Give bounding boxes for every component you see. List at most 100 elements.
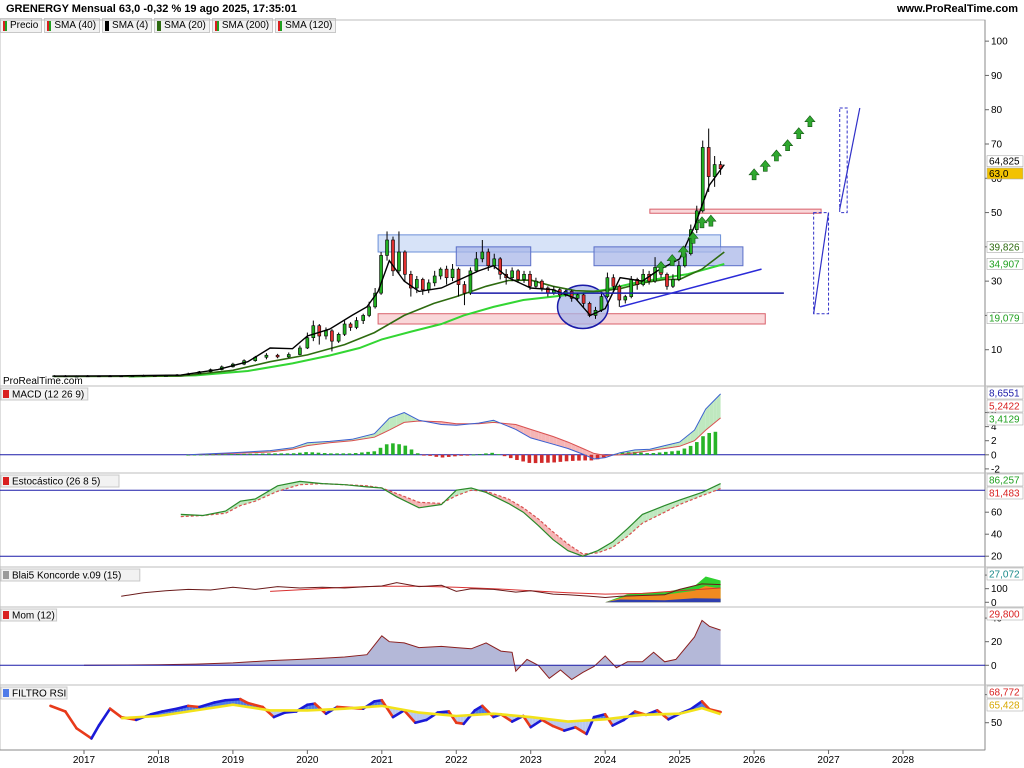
chart-canvas[interactable]: 10090807060504030201064,82563,039,82634,… <box>0 0 1024 768</box>
macd-histogram-bar <box>397 444 401 455</box>
annotation-zone <box>593 246 744 267</box>
macd-histogram-bar <box>521 454 525 462</box>
price-badge-label: 64,825 <box>989 157 1020 168</box>
macd-histogram-bar <box>360 452 364 455</box>
macd-histogram-bar <box>502 454 507 457</box>
macd-line <box>188 393 721 460</box>
y-tick-label: 100 <box>991 584 1008 595</box>
candle-body <box>298 347 302 355</box>
macd-histogram-bar <box>329 453 333 455</box>
candle-body <box>665 273 669 287</box>
macd-histogram-bar <box>391 443 395 455</box>
candle-body <box>444 268 449 279</box>
candle-body <box>432 275 437 284</box>
candle-body <box>510 270 514 279</box>
candle-body <box>599 296 604 311</box>
projection-box <box>839 107 848 214</box>
y-tick-label: 40 <box>991 530 1003 541</box>
macd-histogram-bar <box>533 454 538 464</box>
candle-body <box>361 315 366 321</box>
macd-histogram-bar <box>496 454 501 456</box>
macd-histogram-bar <box>434 454 439 457</box>
stochastic-panel: 60 40 20 Estocástico (26 8 5) 86,257 81,483 <box>0 472 1024 563</box>
value-badge-label: 68,772 <box>989 688 1020 699</box>
y-tick-label: 50 <box>991 208 1003 219</box>
y-tick-label: 80 <box>991 105 1003 116</box>
up-arrow-icon <box>748 168 760 181</box>
macd-histogram-bar <box>366 451 370 455</box>
value-badge-label: 86,257 <box>989 476 1020 487</box>
rsi-line-segment <box>108 707 123 719</box>
projection-line <box>839 107 861 210</box>
value-badge-label: 27,072 <box>989 570 1020 581</box>
y-tick-label: 0 <box>991 661 997 672</box>
candle-body <box>420 279 425 291</box>
candle-body <box>712 164 717 177</box>
price-badge-label: 63,0 <box>989 169 1009 180</box>
macd-histogram-bar <box>477 453 482 455</box>
macd-histogram-bar <box>409 449 414 455</box>
koncorde-panel: 2001000Blai5 Koncorde v.09 (15)27,072 <box>0 566 1024 609</box>
rsi-swatch-icon <box>3 689 9 697</box>
rsi-line-segment <box>224 697 242 702</box>
candle-body <box>522 273 526 280</box>
plot-frame <box>0 19 986 751</box>
candle-body <box>534 280 538 287</box>
macd-histogram-bar <box>471 454 476 456</box>
koncorde-swatch-icon <box>3 571 9 579</box>
macd-cloud <box>713 397 717 425</box>
x-tick-label: 2025 <box>669 755 692 766</box>
y-tick-label: 0 <box>991 450 997 461</box>
watermark: ProRealTime.com <box>3 376 83 387</box>
macd-histogram-bar <box>347 453 352 455</box>
candle-body <box>317 325 322 337</box>
candle-body <box>367 306 371 316</box>
candle-body <box>629 279 634 297</box>
macd-histogram-bar <box>577 454 581 461</box>
projection-line <box>813 212 830 314</box>
candle-body <box>385 239 389 256</box>
value-badge-label: 29,800 <box>989 610 1020 621</box>
rsi-line-segment <box>97 707 112 727</box>
y-tick-label: 20 <box>991 552 1003 563</box>
macd-histogram-bar <box>490 452 494 455</box>
macd-histogram-bar <box>384 444 389 455</box>
macd-histogram-bar <box>428 454 432 456</box>
panel-title-swatch-icon <box>3 477 9 485</box>
macd-histogram-bar <box>415 453 420 455</box>
macd-histogram-bar <box>713 431 718 455</box>
up-arrow-icon <box>804 115 816 128</box>
macd-histogram-bar <box>267 453 271 455</box>
macd-histogram-bar <box>564 454 569 462</box>
candle-body <box>426 282 431 291</box>
macd-cloud <box>716 393 721 421</box>
candle-body <box>492 258 497 267</box>
value-badge-label: 3,4129 <box>989 415 1020 426</box>
value-badge-label: 5,2422 <box>989 402 1020 413</box>
x-tick-label: 2024 <box>594 755 617 766</box>
panel-title: Mom (12) <box>12 611 55 622</box>
panel-title: FILTRO RSI <box>12 689 66 700</box>
candle-body <box>415 279 419 289</box>
y-tick-label: 70 <box>991 140 1003 151</box>
candle-body <box>354 320 359 328</box>
macd-histogram-bar <box>558 454 563 462</box>
candle-body <box>324 330 328 337</box>
momentum-area <box>84 620 721 680</box>
candle-body <box>581 294 586 304</box>
macd-histogram-bar <box>453 454 457 457</box>
macd-histogram-bar <box>217 454 222 456</box>
candle-body <box>623 296 628 301</box>
macd-histogram-bar <box>273 453 277 455</box>
x-tick-label: 2022 <box>445 755 468 766</box>
annotation-zone <box>649 208 822 214</box>
value-badge-label: 65,428 <box>989 701 1020 712</box>
candle-body <box>336 333 341 342</box>
candle-body <box>671 279 675 287</box>
macd-histogram-bar <box>539 454 544 463</box>
x-tick-label: 2028 <box>892 755 915 766</box>
candle-body <box>305 337 310 349</box>
candle-body <box>540 280 544 289</box>
y-tick-label: 90 <box>991 71 1003 82</box>
macd-histogram-bar <box>515 454 519 460</box>
